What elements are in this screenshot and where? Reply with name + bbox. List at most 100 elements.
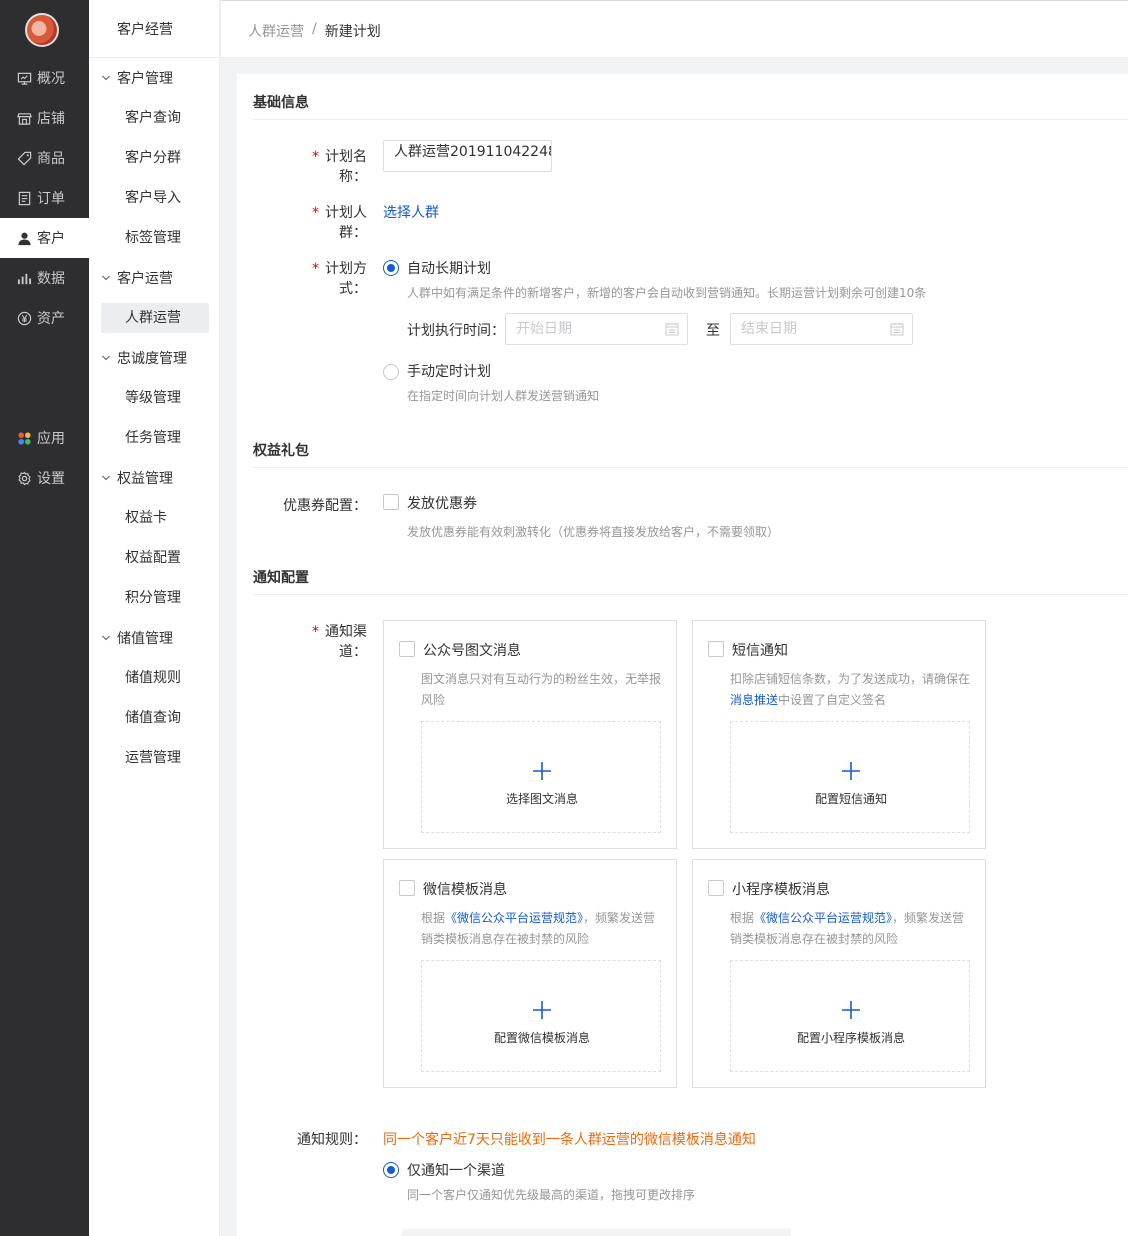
plus-icon xyxy=(842,762,860,780)
menu-item-task[interactable]: 任务管理 xyxy=(101,423,209,453)
channel-checkbox[interactable] xyxy=(708,880,724,896)
nav-label: 客户 xyxy=(37,231,65,247)
mode-auto-radio[interactable] xyxy=(383,260,399,276)
notify-rule-label: 通知规则： xyxy=(297,1132,367,1148)
plus-icon xyxy=(842,1001,860,1019)
menu-item-tag-management[interactable]: 标签管理 xyxy=(101,223,209,253)
channel-checkbox[interactable] xyxy=(708,641,724,657)
add-label: 配置小程序模板消息 xyxy=(796,1031,905,1045)
mode-manual-help: 在指定时间向计划人群发送营销通知 xyxy=(407,389,600,403)
menu-item-customer-import[interactable]: 客户导入 xyxy=(101,183,209,213)
calendar-icon xyxy=(890,323,904,336)
coupon-checkbox[interactable] xyxy=(383,494,399,510)
secondary-sidebar-title: 客户经营 xyxy=(89,0,220,58)
nav-label: 数据 xyxy=(37,271,65,287)
plan-crowd-label: * 计划人群： xyxy=(312,205,367,241)
nav-data[interactable]: 数据 xyxy=(0,258,89,298)
group-customer-operation[interactable]: 客户运营 xyxy=(101,258,173,298)
apps-icon xyxy=(16,430,32,446)
monitor-icon xyxy=(16,70,32,86)
menu-item-operation-management[interactable]: 运营管理 xyxy=(101,743,209,773)
coupon-config-label: 优惠券配置： xyxy=(283,498,367,514)
group-label: 储值管理 xyxy=(117,631,173,647)
menu-item-customer-segment[interactable]: 客户分群 xyxy=(101,143,209,173)
group-label: 客户运营 xyxy=(117,271,173,287)
mode-manual-label[interactable]: 手动定时计划 xyxy=(407,361,491,381)
plan-name-label: * 计划名称： xyxy=(312,149,367,185)
channel-title: 微信模板消息 xyxy=(423,882,507,898)
group-label: 忠诚度管理 xyxy=(117,351,187,367)
chevron-down-icon xyxy=(102,355,110,361)
config-sms-button[interactable]: 配置短信通知 xyxy=(730,721,970,833)
shop-logo-avatar[interactable] xyxy=(25,13,59,47)
group-label: 权益管理 xyxy=(117,471,173,487)
nav-label: 资产 xyxy=(37,311,65,327)
platform-rules-link[interactable]: 《微信公众平台运营规范》 xyxy=(754,911,892,925)
channel-card-sms: 短信通知 扣除店铺短信条数，为了发送成功，请确保在消息推送中设置了自定义签名 配… xyxy=(692,620,986,849)
coupon-help: 发放优惠券能有效刺激转化（优惠券将直接发放给客户，不需要领取） xyxy=(407,525,780,539)
date-range-separator: 至 xyxy=(706,323,720,339)
notify-one-channel-help: 同一个客户仅通知优先级最高的渠道，拖拽可更改排序 xyxy=(407,1188,696,1202)
channel-priority-list[interactable] xyxy=(402,1229,791,1236)
nav-orders[interactable]: 订单 xyxy=(0,178,89,218)
nav-settings[interactable]: 设置 xyxy=(0,458,89,498)
nav-label: 应用 xyxy=(37,431,65,447)
menu-item-benefit-card[interactable]: 权益卡 xyxy=(101,503,209,533)
breadcrumb: 人群运营 / 新建计划 xyxy=(248,21,381,41)
menu-item-stored-rules[interactable]: 储值规则 xyxy=(101,663,209,693)
menu-item-level[interactable]: 等级管理 xyxy=(101,383,209,413)
channel-title: 公众号图文消息 xyxy=(423,643,521,659)
top-bar: 人群运营 / 新建计划 xyxy=(221,0,1128,58)
nav-store[interactable]: 店铺 xyxy=(0,98,89,138)
nav-customers[interactable]: 客户 xyxy=(0,218,89,258)
mode-manual-radio[interactable] xyxy=(383,364,399,380)
channel-checkbox[interactable] xyxy=(399,880,415,896)
store-icon xyxy=(16,110,32,126)
group-stored-value[interactable]: 储值管理 xyxy=(101,618,173,658)
notify-rule-warning: 同一个客户近7天只能收到一条人群运营的微信模板消息通知 xyxy=(383,1132,756,1148)
start-date-input[interactable]: 开始日期 xyxy=(505,313,688,345)
add-label: 配置微信模板消息 xyxy=(493,1031,590,1045)
group-customer-management[interactable]: 客户管理 xyxy=(101,58,173,98)
coupon-check-label[interactable]: 发放优惠券 xyxy=(407,493,477,513)
notify-one-channel-label[interactable]: 仅通知一个渠道 xyxy=(407,1160,505,1180)
config-miniprogram-template-button[interactable]: 配置小程序模板消息 xyxy=(730,960,970,1072)
select-article-button[interactable]: 选择图文消息 xyxy=(421,721,661,833)
form-card: 基础信息 * 计划名称： 人群运营201911042248 * 计划人群： 选择人群… xyxy=(237,74,1128,1236)
end-date-placeholder: 结束日期 xyxy=(741,321,797,337)
menu-item-benefit-config[interactable]: 权益配置 xyxy=(101,543,209,573)
mode-auto-label[interactable]: 自动长期计划 xyxy=(407,258,491,278)
section-basic-info: 基础信息 xyxy=(253,74,1128,120)
menu-item-stored-query[interactable]: 储值查询 xyxy=(101,703,209,733)
platform-rules-link[interactable]: 《微信公众平台运营规范》 xyxy=(445,911,583,925)
nav-overview[interactable]: 概况 xyxy=(0,58,89,98)
gear-icon xyxy=(16,470,32,486)
end-date-input[interactable]: 结束日期 xyxy=(730,313,913,345)
menu-item-points[interactable]: 积分管理 xyxy=(101,583,209,613)
channel-title: 小程序模板消息 xyxy=(732,882,830,898)
config-wechat-template-button[interactable]: 配置微信模板消息 xyxy=(421,960,661,1072)
yen-icon xyxy=(16,310,32,326)
nav-assets[interactable]: 资产 xyxy=(0,298,89,338)
chart-icon xyxy=(16,270,32,286)
plan-name-input[interactable]: 人群运营201911042248 xyxy=(383,140,552,172)
plus-icon xyxy=(533,1001,551,1019)
menu-item-crowd-operation[interactable]: 人群运营 xyxy=(101,303,209,333)
nav-apps[interactable]: 应用 xyxy=(0,418,89,458)
nav-goods[interactable]: 商品 xyxy=(0,138,89,178)
channel-desc: 图文消息只对有互动行为的粉丝生效，无举报风险 xyxy=(421,672,662,707)
group-loyalty[interactable]: 忠诚度管理 xyxy=(101,338,187,378)
channel-checkbox[interactable] xyxy=(399,641,415,657)
menu-item-customer-query[interactable]: 客户查询 xyxy=(101,103,209,133)
nav-label: 店铺 xyxy=(37,111,65,127)
channel-title: 短信通知 xyxy=(732,643,788,659)
message-push-link[interactable]: 消息推送 xyxy=(730,693,778,707)
nav-label: 订单 xyxy=(37,191,65,207)
add-label: 选择图文消息 xyxy=(505,792,578,806)
group-benefits[interactable]: 权益管理 xyxy=(101,458,173,498)
section-benefit-package: 权益礼包 xyxy=(253,422,1128,468)
notify-one-channel-radio[interactable] xyxy=(383,1162,399,1178)
breadcrumb-parent[interactable]: 人群运营 xyxy=(248,21,304,41)
add-label: 配置短信通知 xyxy=(814,792,887,806)
select-crowd-link[interactable]: 选择人群 xyxy=(383,202,439,222)
